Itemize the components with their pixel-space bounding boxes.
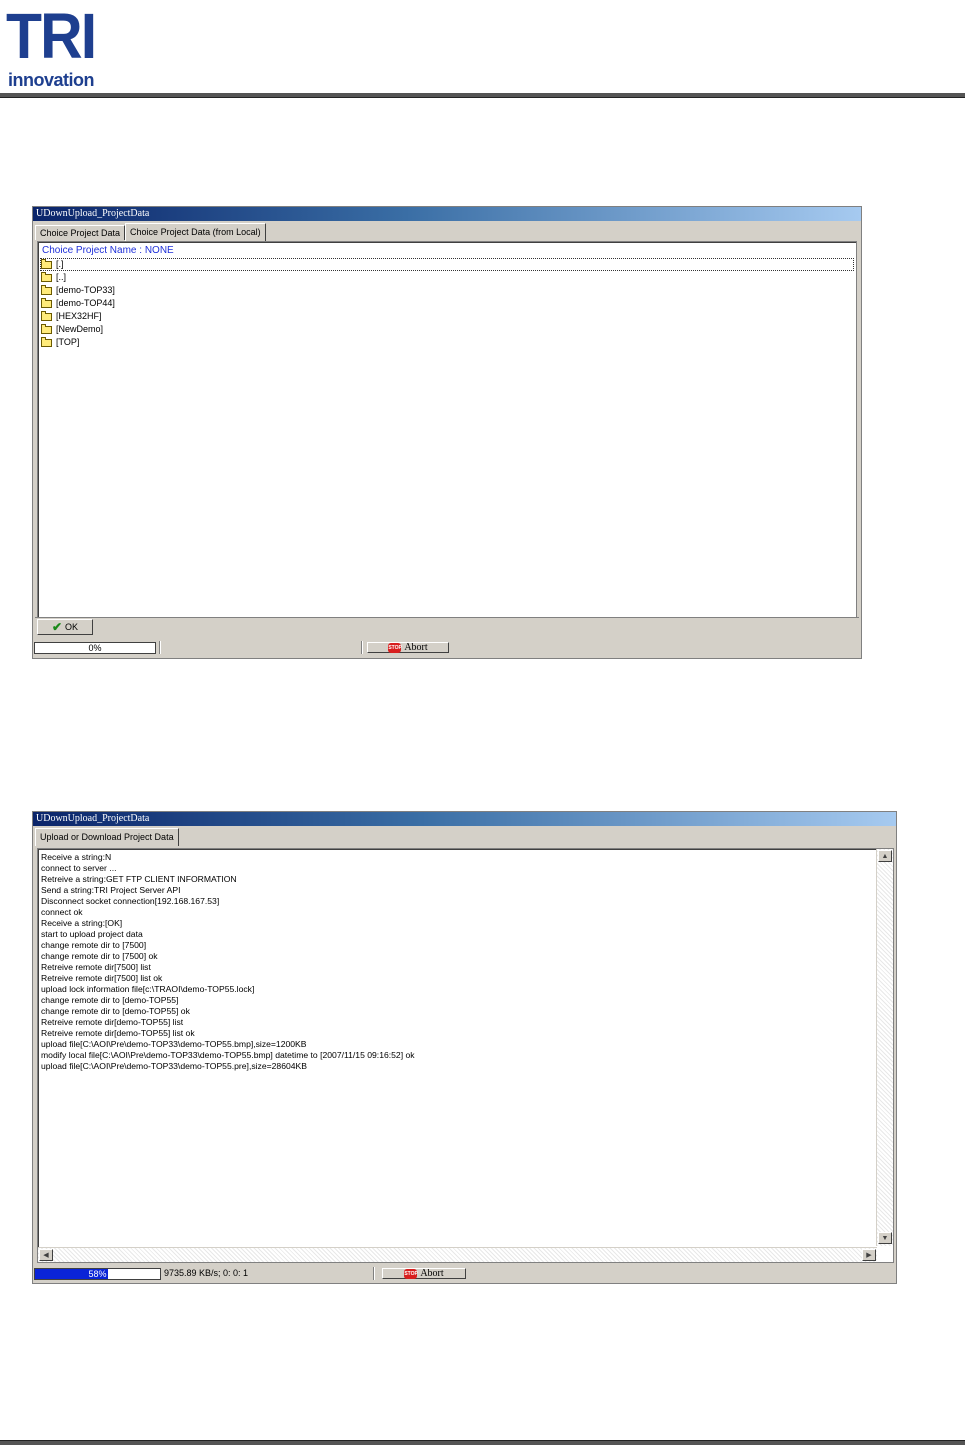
ok-button[interactable]: ✔ OK (37, 619, 93, 635)
log-line: modify local file[C:\AOI\Pre\demo-TOP33\… (41, 1050, 415, 1060)
tab-strip: Upload or Download Project Data (35, 827, 179, 846)
progress-bar: 0% (34, 642, 156, 654)
folder-label: [demo-TOP33] (56, 285, 115, 295)
vertical-scrollbar[interactable]: ▲ ▼ (876, 849, 893, 1246)
upload-download-window: UDownUpload_ProjectData Upload or Downlo… (32, 811, 897, 1284)
logo-main-text: TRI (6, 0, 97, 72)
log-output: Receive a string:N connect to server ... R… (41, 852, 415, 1072)
log-line: Receive a string:[OK] (41, 918, 123, 928)
status-separator (159, 641, 161, 654)
log-line: connect to server ... (41, 863, 117, 873)
folder-icon (41, 284, 52, 295)
transfer-speed: 9735.89 KB/s; 0: 0: 1 (164, 1268, 249, 1278)
abort-button-label: Abort (404, 642, 428, 653)
folder-icon (41, 336, 52, 347)
log-line: Retreive remote dir[7500] list (41, 962, 151, 972)
log-line: Retreive remote dir[demo-TOP55] list ok (41, 1028, 195, 1038)
abort-button[interactable]: STOP Abort (367, 642, 449, 653)
tab-choice-project-data-local[interactable]: Choice Project Data (from Local) (125, 223, 266, 241)
log-line: change remote dir to [7500] (41, 940, 147, 950)
log-line: connect ok (41, 907, 83, 917)
log-panel: Receive a string:N connect to server ... R… (37, 848, 894, 1263)
folder-item[interactable]: [.] (40, 258, 854, 271)
folder-label: [demo-TOP44] (56, 298, 115, 308)
folder-label: [TOP] (56, 337, 80, 347)
stop-icon: STOP (388, 642, 402, 653)
folder-icon (41, 297, 52, 308)
abort-button[interactable]: STOP Abort (382, 1268, 466, 1279)
window-titlebar: UDownUpload_ProjectData (33, 207, 861, 221)
folder-icon (41, 310, 52, 321)
tab-upload-download[interactable]: Upload or Download Project Data (35, 828, 179, 846)
logo-sub-text: innovation (8, 70, 95, 90)
progress-text: 58% (88, 1269, 107, 1279)
folder-item[interactable]: [demo-TOP44] (40, 297, 854, 310)
log-line: Retreive a string:GET FTP CLIENT INFORMA… (41, 874, 237, 884)
footer-rule (0, 1440, 965, 1445)
log-line: change remote dir to [7500] ok (41, 951, 158, 961)
folder-item[interactable]: [TOP] (40, 336, 854, 349)
log-line: Send a string:TRI Project Server API (41, 885, 181, 895)
ok-bar: ✔ OK (35, 617, 859, 637)
log-line: Retreive remote dir[demo-TOP55] list (41, 1017, 184, 1027)
log-line: upload file[C:\AOI\Pre\demo-TOP33\demo-T… (41, 1039, 307, 1049)
folder-item[interactable]: [NewDemo] (40, 323, 854, 336)
folder-label: [HEX32HF] (56, 311, 102, 321)
folder-label: [.] (56, 259, 64, 269)
folder-item[interactable]: [demo-TOP33] (40, 284, 854, 297)
folder-label: [..] (56, 272, 67, 282)
header-rule (0, 93, 965, 98)
scroll-up-icon[interactable]: ▲ (878, 850, 892, 862)
ok-button-label: OK (65, 622, 79, 632)
choice-project-window: UDownUpload_ProjectData Choice Project D… (32, 206, 862, 659)
log-line: Retreive remote dir[7500] list ok (41, 973, 163, 983)
folder-item[interactable]: [..] (40, 271, 854, 284)
folder-icon (41, 258, 52, 269)
folder-item[interactable]: [HEX32HF] (40, 310, 854, 323)
log-line: change remote dir to [demo-TOP55] (41, 995, 179, 1005)
log-line: change remote dir to [demo-TOP55] ok (41, 1006, 190, 1016)
folder-icon (41, 271, 52, 282)
status-bar: 58% 9735.89 KB/s; 0: 0: 1 STOP Abort (33, 1267, 896, 1281)
log-line: Receive a string:N (41, 852, 112, 862)
scroll-right-icon[interactable]: ▶ (862, 1249, 876, 1261)
stop-icon: STOP (404, 1268, 418, 1279)
scroll-down-icon[interactable]: ▼ (878, 1232, 892, 1244)
folder-list: [.] [..] [demo-TOP33] [demo-TOP44] [HEX32HF]… (40, 258, 854, 349)
tri-innovation-logo: TRI innovation (6, 0, 118, 90)
folder-icon (41, 323, 52, 334)
log-line: upload file[C:\AOI\Pre\demo-TOP33\demo-T… (41, 1061, 307, 1071)
progress-bar: 58% (34, 1268, 161, 1280)
tab-choice-project-data[interactable]: Choice Project Data (35, 225, 126, 240)
folder-panel: Choice Project Name : NONE [.] [..] [demo-… (37, 241, 857, 618)
log-line: start to upload project data (41, 929, 143, 939)
horizontal-scrollbar[interactable]: ◀ ▶ (38, 1247, 877, 1262)
check-icon: ✔ (51, 620, 63, 634)
status-separator (361, 641, 363, 654)
window-titlebar: UDownUpload_ProjectData (33, 812, 896, 826)
log-line: upload lock information file[c:\TRAOI\de… (41, 984, 255, 994)
abort-button-label: Abort (420, 1268, 444, 1279)
folder-label: [NewDemo] (56, 324, 104, 334)
log-line: Disconnect socket connection[192.168.167… (41, 896, 220, 906)
scroll-left-icon[interactable]: ◀ (39, 1249, 53, 1261)
tab-strip: Choice Project Data Choice Project Data … (35, 222, 266, 241)
choice-project-name-label: Choice Project Name : NONE (42, 245, 174, 256)
status-separator (373, 1267, 375, 1280)
status-bar: 0% STOP Abort (33, 641, 861, 655)
progress-text: 0% (88, 643, 102, 653)
